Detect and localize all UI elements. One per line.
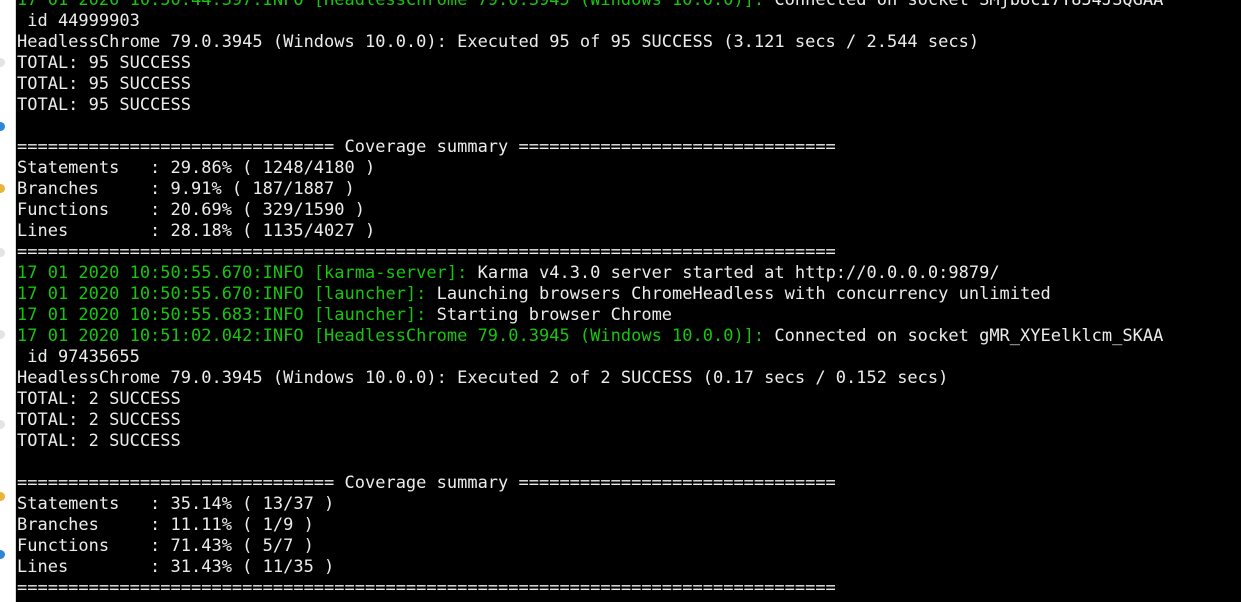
terminal-line: 17 01 2020 10:50:55.683:INFO [launcher]:… [17,305,1163,326]
log-text: TOTAL: 2 SUCCESS [17,389,181,409]
log-text: Lines : 28.18% ( 1135/4027 ) [17,221,376,241]
log-text: HeadlessChrome 79.0.3945 (Windows 10.0.0… [17,368,949,388]
log-text: Branches : 9.91% ( 187/1887 ) [17,179,355,199]
log-text: Starting browser Chrome [426,305,673,325]
log-tag: [HeadlessChrome 79.0.3945 (Windows 10.0.… [313,0,765,10]
terminal-line: Functions : 20.69% ( 329/1590 ) [17,200,1163,221]
log-text: =============================== Coverage… [17,137,836,157]
log-text: Connected on socket gMR_XYEelklcm_SKAA [764,326,1164,346]
log-tag: [launcher]: [313,284,427,304]
window-edge-dot [0,184,5,193]
window-edge-dot [0,58,5,67]
log-text: Lines : 31.43% ( 11/35 ) [17,557,335,577]
terminal-line: id 97435655 [17,347,1163,368]
terminal-line: TOTAL: 95 SUCCESS [17,74,1163,95]
log-text: TOTAL: 95 SUCCESS [17,95,191,115]
log-text: TOTAL: 95 SUCCESS [17,53,191,73]
terminal-line: 17 01 2020 10:50:55.670:INFO [karma-serv… [17,263,1163,284]
terminal-line: Branches : 9.91% ( 187/1887 ) [17,179,1163,200]
log-text: id 44999903 [17,11,140,31]
log-text: Functions : 71.43% ( 5/7 ) [17,536,314,556]
log-text: =============================== Coverage… [17,473,836,493]
terminal-line: Lines : 28.18% ( 1135/4027 ) [17,221,1163,242]
log-text: ========================================… [17,578,836,598]
log-text: Launching browsers ChromeHeadless with c… [426,284,1051,304]
log-text: HeadlessChrome 79.0.3945 (Windows 10.0.0… [17,32,980,52]
log-text: Connected on socket SMjb8cI7T854JSQGAA [764,0,1164,10]
log-text: TOTAL: 2 SUCCESS [17,431,181,451]
log-text: Functions : 20.69% ( 329/1590 ) [17,200,365,220]
log-tag: [karma-server]: [313,263,468,283]
terminal-line: TOTAL: 2 SUCCESS [17,410,1163,431]
terminal-line: TOTAL: 95 SUCCESS [17,53,1163,74]
background-window-edge [0,0,16,602]
log-text: Karma v4.3.0 server started at http://0.… [467,263,1000,283]
terminal-line: ========================================… [17,578,1163,599]
log-timestamp: 17 01 2020 10:50:55.670:INFO [17,263,314,283]
terminal-line: =============================== Coverage… [17,473,1163,494]
log-tag: [launcher]: [313,305,427,325]
window-edge-dot [0,492,5,501]
window-edge-dot [0,550,5,559]
log-text: Statements : 29.86% ( 1248/4180 ) [17,158,376,178]
log-text: TOTAL: 95 SUCCESS [17,74,191,94]
log-timestamp: 17 01 2020 10:50:55.683:INFO [17,305,314,325]
terminal-line: TOTAL: 2 SUCCESS [17,431,1163,452]
window-edge-dot [0,420,5,429]
terminal-line: HeadlessChrome 79.0.3945 (Windows 10.0.0… [17,368,1163,389]
window-edge-dot [0,122,5,131]
terminal-line: 17 01 2020 10:50:55.670:INFO [launcher]:… [17,284,1163,305]
log-timestamp: 17 01 2020 10:51:02.042:INFO [17,326,314,346]
terminal-line: Functions : 71.43% ( 5/7 ) [17,536,1163,557]
terminal-line: TOTAL: 95 SUCCESS [17,95,1163,116]
window-edge-dot [0,330,5,339]
log-text: ========================================… [17,242,836,262]
log-tag: [HeadlessChrome 79.0.3945 (Windows 10.0.… [313,326,765,346]
log-text: TOTAL: 2 SUCCESS [17,410,181,430]
log-timestamp: 17 01 2020 10:50:55.670:INFO [17,284,314,304]
log-text: id 97435655 [17,347,140,367]
terminal-output[interactable]: 17 01 2020 10:50:44.397:INFO [HeadlessCh… [16,0,1241,602]
terminal-line: ========================================… [17,242,1163,263]
terminal-line: =============================== Coverage… [17,137,1163,158]
terminal-line: HeadlessChrome 79.0.3945 (Windows 10.0.0… [17,32,1163,53]
terminal-line: Statements : 35.14% ( 13/37 ) [17,494,1163,515]
log-text: Statements : 35.14% ( 13/37 ) [17,494,335,514]
terminal-line: TOTAL: 2 SUCCESS [17,389,1163,410]
window-edge-dot [0,248,5,257]
terminal-line: id 44999903 [17,11,1163,32]
terminal-line: Branches : 11.11% ( 1/9 ) [17,515,1163,536]
log-timestamp: 17 01 2020 10:50:44.397:INFO [17,0,314,10]
terminal-line-list: 17 01 2020 10:50:44.397:INFO [HeadlessCh… [17,0,1163,599]
terminal-line: Lines : 31.43% ( 11/35 ) [17,557,1163,578]
terminal-line: 17 01 2020 10:51:02.042:INFO [HeadlessCh… [17,326,1163,347]
log-text: Branches : 11.11% ( 1/9 ) [17,515,314,535]
terminal-line: 17 01 2020 10:50:44.397:INFO [HeadlessCh… [17,0,1163,11]
terminal-line: Statements : 29.86% ( 1248/4180 ) [17,158,1163,179]
